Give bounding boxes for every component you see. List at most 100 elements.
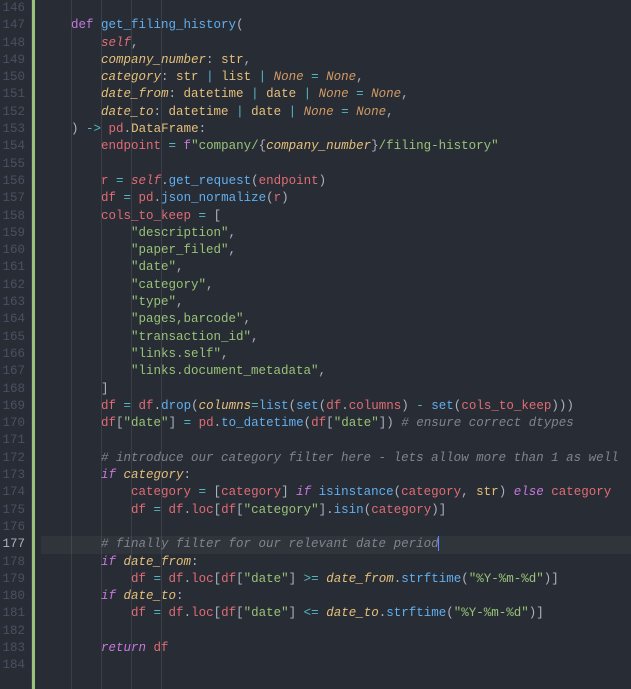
line-number: 158 (0, 208, 27, 225)
token-punc (41, 87, 101, 101)
token-var: category (401, 485, 461, 499)
code-line[interactable]: date_from: datetime | date | None = None… (41, 86, 631, 103)
code-line[interactable]: "type", (41, 294, 631, 311)
token-punc: ] (281, 485, 296, 499)
code-line[interactable]: if date_from: (41, 554, 631, 571)
token-punc: } (371, 139, 379, 153)
token-punc: [ (326, 416, 334, 430)
token-var: pd (109, 122, 124, 136)
code-line[interactable]: def get_filing_history( (41, 17, 631, 34)
code-line[interactable]: ) -> pd.DataFrame: (41, 121, 631, 138)
line-number: 163 (0, 294, 27, 311)
token-punc (41, 416, 101, 430)
token-punc (41, 209, 101, 223)
code-line[interactable]: if date_to: (41, 588, 631, 605)
token-op: | (281, 105, 304, 119)
code-line[interactable]: "pages,barcode", (41, 311, 631, 328)
code-line[interactable]: # finally filter for our relevant date p… (41, 536, 631, 553)
code-line[interactable]: category: str | list | None = None, (41, 69, 631, 86)
line-number: 167 (0, 363, 27, 380)
code-line[interactable] (41, 623, 631, 640)
line-number: 179 (0, 571, 27, 588)
token-punc: : (199, 122, 207, 136)
code-line[interactable] (41, 432, 631, 449)
code-line[interactable]: # introduce our category filter here - l… (41, 450, 631, 467)
code-line[interactable]: df = df.loc[df["category"].isin(category… (41, 502, 631, 519)
token-op: | (251, 70, 274, 84)
code-line[interactable]: df = df.loc[df["date"] <= date_to.strfti… (41, 605, 631, 622)
token-fn: isinstance (319, 485, 394, 499)
token-punc: ( (191, 399, 199, 413)
token-punc: , (229, 243, 237, 257)
code-line[interactable]: cols_to_keep = [ (41, 208, 631, 225)
token-var: df (101, 399, 124, 413)
token-punc: , (206, 278, 214, 292)
token-str: "links.document_metadata" (131, 364, 319, 378)
line-number: 182 (0, 623, 27, 640)
token-punc: [ (236, 572, 244, 586)
line-number: 150 (0, 69, 27, 86)
token-kw2: if (101, 468, 124, 482)
token-var: loc (191, 606, 214, 620)
code-line[interactable] (41, 657, 631, 674)
token-punc (41, 174, 101, 188)
token-op: = (251, 399, 259, 413)
token-punc (41, 18, 71, 32)
token-kw: def (71, 18, 101, 32)
token-var: pd (199, 416, 214, 430)
token-punc: [ (214, 572, 222, 586)
token-var: loc (191, 572, 214, 586)
code-line[interactable]: df = df.loc[df["date"] >= date_from.strf… (41, 571, 631, 588)
code-line[interactable]: if category: (41, 467, 631, 484)
line-number: 166 (0, 346, 27, 363)
token-fn: to_datetime (221, 416, 304, 430)
token-punc: [ (214, 503, 222, 517)
token-var: df (221, 606, 236, 620)
code-line[interactable]: category = [category] if isinstance(cate… (41, 484, 631, 501)
token-type: datetime (169, 105, 229, 119)
code-line[interactable] (41, 519, 631, 536)
code-line[interactable]: df = df.drop(columns=list(set(df.columns… (41, 398, 631, 415)
token-param: date_from (326, 572, 394, 586)
code-line[interactable]: "links.document_metadata", (41, 363, 631, 380)
code-line[interactable]: "description", (41, 225, 631, 242)
token-fn: strftime (386, 606, 446, 620)
code-editor[interactable]: 1461471481491501511521531541551561571581… (0, 0, 631, 689)
token-comment: # introduce our category filter here - l… (101, 451, 619, 465)
code-line[interactable]: company_number: str, (41, 52, 631, 69)
code-line[interactable]: return df (41, 640, 631, 657)
line-number: 169 (0, 398, 27, 415)
token-punc: ]. (319, 503, 334, 517)
token-punc: ))) (551, 399, 574, 413)
token-punc: . (154, 399, 162, 413)
line-number: 146 (0, 0, 27, 17)
token-kw2: if (101, 589, 124, 603)
code-line[interactable]: "transaction_id", (41, 329, 631, 346)
token-var: category (131, 485, 199, 499)
code-line[interactable]: df = pd.json_normalize(r) (41, 190, 631, 207)
code-line[interactable]: ] (41, 381, 631, 398)
token-punc: ] (289, 606, 304, 620)
token-punc: : (169, 87, 184, 101)
code-line[interactable]: r = self.get_request(endpoint) (41, 173, 631, 190)
code-line[interactable]: self, (41, 35, 631, 52)
token-param: company_number (266, 139, 371, 153)
token-punc (41, 572, 131, 586)
code-line[interactable]: "category", (41, 277, 631, 294)
token-kw2: if (296, 485, 319, 499)
token-var: df (169, 572, 184, 586)
code-line[interactable]: "links.self", (41, 346, 631, 363)
code-line[interactable] (41, 156, 631, 173)
token-punc: : (191, 555, 199, 569)
token-fn: list (259, 399, 289, 413)
token-op: = (124, 399, 139, 413)
code-area[interactable]: def get_filing_history( self, company_nu… (37, 0, 631, 689)
code-line[interactable]: "paper_filed", (41, 242, 631, 259)
token-punc: [ (236, 503, 244, 517)
code-line[interactable]: date_to: datetime | date | None = None, (41, 104, 631, 121)
code-line[interactable]: "date", (41, 259, 631, 276)
token-punc: ) (71, 122, 86, 136)
code-line[interactable]: endpoint = f"company/{company_number}/fi… (41, 138, 631, 155)
code-line[interactable]: df["date"] = pd.to_datetime(df["date"]) … (41, 415, 631, 432)
code-line[interactable] (41, 0, 631, 17)
